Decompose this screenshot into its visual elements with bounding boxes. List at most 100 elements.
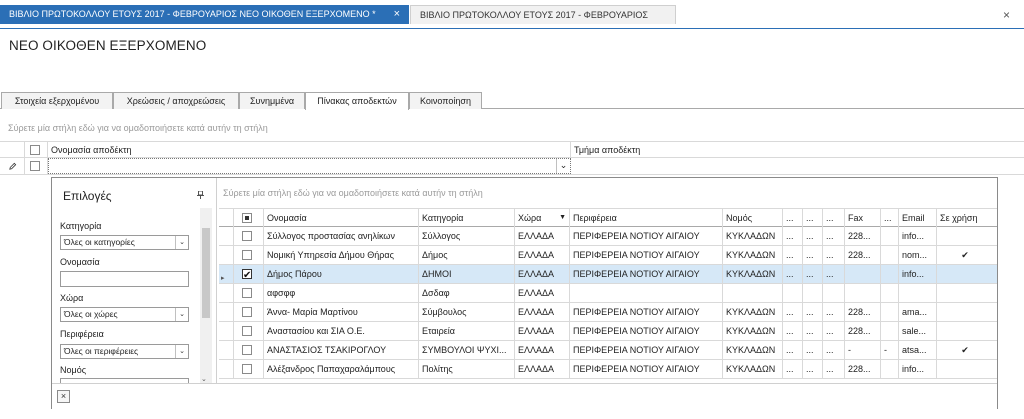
- cell-name[interactable]: Σύλλογος προστασίας ανηλίκων: [264, 227, 419, 245]
- chevron-down-icon[interactable]: ⌄: [556, 159, 570, 173]
- row-checkbox[interactable]: [242, 250, 252, 260]
- cell-name[interactable]: ΑΝΑΣΤΑΣΙΟΣ ΤΣΑΚΙΡΟΓΛΟΥ: [264, 341, 419, 359]
- cell-collapsed-4[interactable]: -: [881, 341, 899, 359]
- cell-fax[interactable]: 228...: [845, 303, 881, 321]
- row-checkbox-cell[interactable]: [234, 227, 264, 245]
- cell-category[interactable]: ΣΥΜΒΟΥΛΟΙ ΨΥΧΙ...: [419, 341, 515, 359]
- cell-in-use[interactable]: ✔: [937, 341, 985, 359]
- cell-in-use[interactable]: [937, 360, 985, 378]
- cell-category[interactable]: Σύλλογος: [419, 227, 515, 245]
- cell-country[interactable]: ΕΛΛΑΔΑ: [515, 284, 570, 302]
- tab-outgoing-details[interactable]: Στοιχεία εξερχομένου: [1, 92, 113, 109]
- cell-region[interactable]: ΠΕΡΙΦΕΡΕΙΑ ΝΟΤΙΟΥ ΑΙΓΑΙΟΥ: [570, 303, 723, 321]
- cell-collapsed-1[interactable]: ...: [783, 227, 803, 245]
- cell-collapsed-3[interactable]: ...: [823, 246, 845, 264]
- table-row[interactable]: Αναστασίου και ΣΙΑ Ο.Ε. Εταιρεία ΕΛΛΑΔΑ ΠΕΡ…: [219, 322, 997, 341]
- tab-notification[interactable]: Κοινοποίηση: [409, 92, 482, 109]
- cell-collapsed-3[interactable]: ...: [823, 360, 845, 378]
- cell-prefecture[interactable]: ΚΥΚΛΑΔΩΝ: [723, 246, 783, 264]
- close-icon[interactable]: ×: [57, 390, 70, 403]
- row-checkbox-cell[interactable]: [234, 360, 264, 378]
- cell-collapsed-1[interactable]: ...: [783, 341, 803, 359]
- chevron-down-icon[interactable]: ⌄: [175, 308, 188, 321]
- tab-close-icon[interactable]: ×: [394, 5, 400, 24]
- doc-tab-protocol-book[interactable]: ΒΙΒΛΙΟ ΠΡΩΤΟΚΟΛΛΟΥ ΕΤΟΥΣ 2017 - ΦΕΒΡΟΥΑΡ…: [410, 5, 676, 24]
- cell-collapsed-2[interactable]: ...: [803, 265, 823, 283]
- cell-fax[interactable]: [845, 284, 881, 302]
- cell-country[interactable]: ΕΛΛΑΔΑ: [515, 360, 570, 378]
- table-row[interactable]: αφσφφ Δσδαφ ΕΛΛΑΔΑ: [219, 284, 997, 303]
- row-checkbox[interactable]: [242, 364, 252, 374]
- cell-collapsed-1[interactable]: ...: [783, 322, 803, 340]
- cell-collapsed-4[interactable]: [881, 284, 899, 302]
- recipient-name-editor[interactable]: ⌄: [48, 158, 571, 174]
- cell-prefecture[interactable]: ΚΥΚΛΑΔΩΝ: [723, 341, 783, 359]
- row-checkbox[interactable]: [242, 326, 252, 336]
- cell-collapsed-3[interactable]: ...: [823, 303, 845, 321]
- cell-collapsed-1[interactable]: ...: [783, 246, 803, 264]
- col-category[interactable]: Κατηγορία: [419, 209, 515, 227]
- row-checkbox[interactable]: [242, 288, 252, 298]
- table-row[interactable]: ΑΝΑΣΤΑΣΙΟΣ ΤΣΑΚΙΡΟΓΛΟΥ ΣΥΜΒΟΥΛΟΙ ΨΥΧΙ... Ε…: [219, 341, 997, 360]
- table-row[interactable]: Σύλλογος προστασίας ανηλίκων Σύλλογος ΕΛΛΑ…: [219, 227, 997, 246]
- tab-charges[interactable]: Χρεώσεις / αποχρεώσεις: [113, 92, 239, 109]
- cell-collapsed-2[interactable]: ...: [803, 227, 823, 245]
- cell-category[interactable]: Δσδαφ: [419, 284, 515, 302]
- cell-email[interactable]: info...: [899, 360, 937, 378]
- cell-category[interactable]: Εταιρεία: [419, 322, 515, 340]
- cell-in-use[interactable]: [937, 265, 985, 283]
- cell-email[interactable]: info...: [899, 227, 937, 245]
- cell-region[interactable]: [570, 284, 723, 302]
- select-all-cell[interactable]: [25, 142, 48, 158]
- cell-region[interactable]: ΠΕΡΙΦΕΡΕΙΑ ΝΟΤΙΟΥ ΑΙΓΑΙΟΥ: [570, 322, 723, 340]
- cell-email[interactable]: [899, 284, 937, 302]
- row-checkbox[interactable]: [242, 267, 252, 283]
- cell-in-use[interactable]: [937, 227, 985, 245]
- col-recipient-name[interactable]: Ονομασία αποδέκτη: [48, 142, 571, 158]
- cell-name[interactable]: αφσφφ: [264, 284, 419, 302]
- cell-fax[interactable]: 228...: [845, 322, 881, 340]
- row-checkbox-cell[interactable]: [234, 265, 264, 283]
- cell-collapsed-1[interactable]: ...: [783, 303, 803, 321]
- col-recipient-department[interactable]: Τμήμα αποδέκτη: [571, 142, 1024, 158]
- chevron-down-icon[interactable]: ⌄: [175, 345, 188, 358]
- cell-in-use[interactable]: [937, 284, 985, 302]
- table-row[interactable]: Νομική Υπηρεσία Δήμου Θήρας Δήμος ΕΛΛΑΔΑ ΠΕ…: [219, 246, 997, 265]
- cell-collapsed-3[interactable]: ...: [823, 265, 845, 283]
- country-select[interactable]: Όλες οι χώρες ⌄: [60, 307, 189, 322]
- col-country[interactable]: Χώρα ▼: [515, 209, 570, 227]
- window-close-icon[interactable]: ×: [1003, 8, 1010, 22]
- row-checkbox-cell[interactable]: [234, 322, 264, 340]
- cell-prefecture[interactable]: ΚΥΚΛΑΔΩΝ: [723, 360, 783, 378]
- row-checkbox[interactable]: [242, 307, 252, 317]
- chevron-down-icon[interactable]: ⌄: [201, 375, 207, 383]
- cell-region[interactable]: ΠΕΡΙΦΕΡΕΙΑ ΝΟΤΙΟΥ ΑΙΓΑΙΟΥ: [570, 227, 723, 245]
- cell-country[interactable]: ΕΛΛΑΔΑ: [515, 265, 570, 283]
- region-select[interactable]: Όλες οι περιφέρειες ⌄: [60, 344, 189, 359]
- table-row[interactable]: Αλέξανδρος Παπαχαραλάμπους Πολίτης ΕΛΛΑΔΑ Π…: [219, 360, 997, 379]
- row-checkbox-cell[interactable]: [234, 341, 264, 359]
- cell-collapsed-3[interactable]: [823, 284, 845, 302]
- select-all-checkbox[interactable]: [242, 213, 252, 223]
- cell-country[interactable]: ΕΛΛΑΔΑ: [515, 303, 570, 321]
- cell-collapsed-1[interactable]: ...: [783, 265, 803, 283]
- cell-collapsed-4[interactable]: [881, 322, 899, 340]
- cell-collapsed-2[interactable]: ...: [803, 360, 823, 378]
- cell-fax[interactable]: 228...: [845, 360, 881, 378]
- cell-category[interactable]: Πολίτης: [419, 360, 515, 378]
- select-all-cell[interactable]: [234, 209, 264, 227]
- row-checkbox[interactable]: [242, 345, 252, 355]
- col-fax[interactable]: Fax: [845, 209, 881, 227]
- cell-collapsed-2[interactable]: ...: [803, 246, 823, 264]
- row-checkbox-cell[interactable]: [234, 303, 264, 321]
- doc-tab-new-outgoing[interactable]: ΒΙΒΛΙΟ ΠΡΩΤΟΚΟΛΛΟΥ ΕΤΟΥΣ 2017 - ΦΕΒΡΟΥΑΡ…: [0, 5, 409, 24]
- row-checkbox[interactable]: [30, 161, 40, 171]
- cell-country[interactable]: ΕΛΛΑΔΑ: [515, 322, 570, 340]
- cell-email[interactable]: info...: [899, 265, 937, 283]
- row-checkbox-cell[interactable]: [234, 284, 264, 302]
- cell-email[interactable]: sale...: [899, 322, 937, 340]
- cell-prefecture[interactable]: ΚΥΚΛΑΔΩΝ: [723, 322, 783, 340]
- table-row[interactable]: ▸ Δήμος ΠάρουΔΗΜΟΙΕΛΛΑΔΑΠΕΡΙΦΕΡΕΙΑ ΝΟΤΙΟΥ…: [219, 265, 997, 284]
- cell-email[interactable]: ama...: [899, 303, 937, 321]
- cell-email[interactable]: nom...: [899, 246, 937, 264]
